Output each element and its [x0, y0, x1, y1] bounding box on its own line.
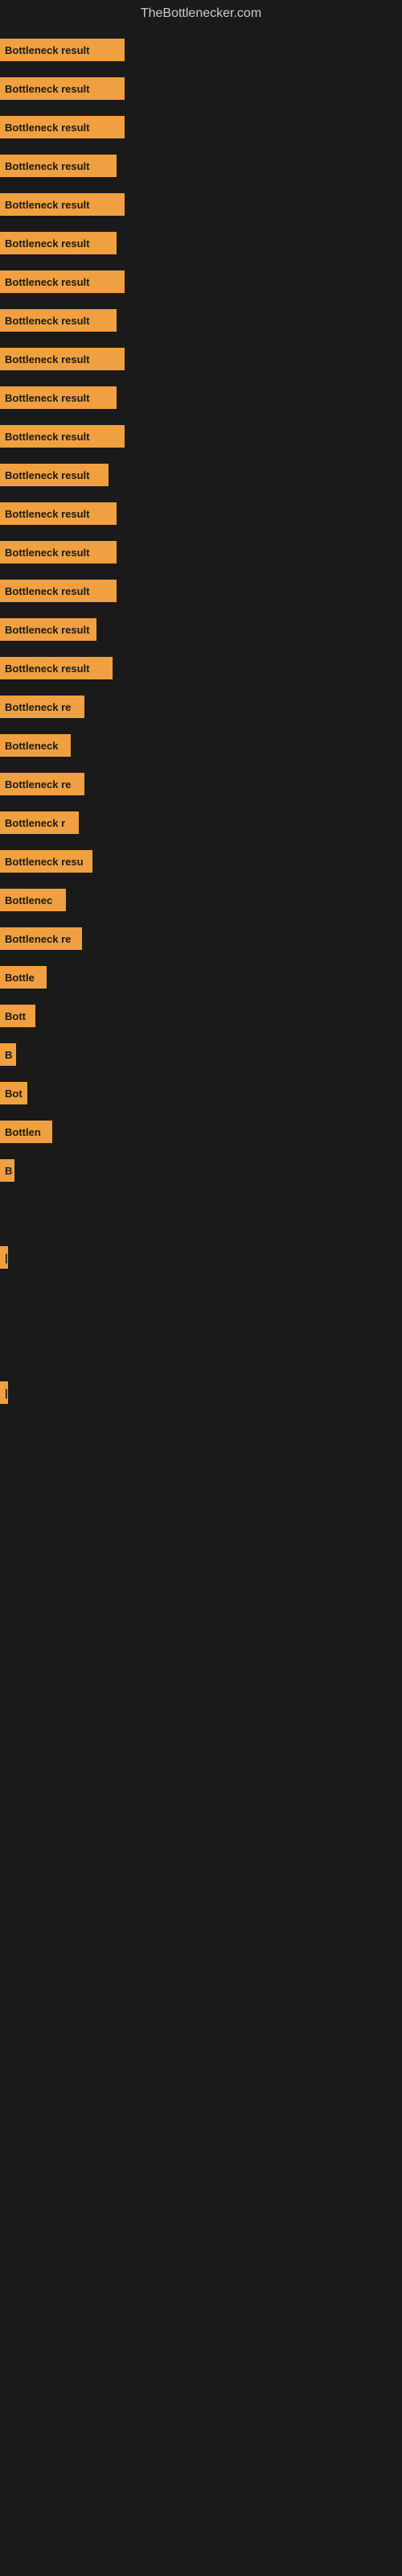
- bar-row: Bottleneck re: [0, 919, 402, 958]
- bottleneck-bar[interactable]: Bottleneck result: [0, 155, 117, 177]
- bar-row: Bottleneck r: [0, 803, 402, 842]
- bar-row: Bottleneck result: [0, 533, 402, 572]
- bar-row: Bottle: [0, 958, 402, 997]
- bottleneck-bar[interactable]: Bottlen: [0, 1121, 52, 1143]
- bar-row: B: [0, 1151, 402, 1190]
- bottleneck-bar[interactable]: Bottleneck result: [0, 580, 117, 602]
- bar-row: Bot: [0, 1074, 402, 1113]
- bars-list: Bottleneck result Bottleneck result Bottle…: [0, 31, 402, 1412]
- bar-row: Bottleneck result: [0, 69, 402, 108]
- bottleneck-bar[interactable]: |: [0, 1246, 8, 1269]
- bottleneck-bar[interactable]: Bottleneck result: [0, 657, 113, 679]
- bottleneck-bar[interactable]: Bott: [0, 1005, 35, 1027]
- bar-row: Bottleneck result: [0, 301, 402, 340]
- bottleneck-bar[interactable]: |: [0, 1381, 8, 1404]
- bottleneck-bar[interactable]: Bottleneck result: [0, 309, 117, 332]
- bottleneck-bar[interactable]: Bottleneck re: [0, 927, 82, 950]
- bottleneck-bar[interactable]: Bottleneck resu: [0, 850, 92, 873]
- bar-row: Bottleneck result: [0, 572, 402, 610]
- bottleneck-bar[interactable]: Bottleneck result: [0, 193, 125, 216]
- bottleneck-bar[interactable]: Bottleneck result: [0, 541, 117, 564]
- bar-row: [0, 1325, 402, 1349]
- bar-row: Bottleneck resu: [0, 842, 402, 881]
- bar-row: |: [0, 1238, 402, 1277]
- bottleneck-bar[interactable]: Bottleneck: [0, 734, 71, 757]
- bar-row: Bottleneck result: [0, 417, 402, 456]
- bottleneck-bar[interactable]: Bottleneck result: [0, 618, 96, 641]
- bottleneck-bar[interactable]: Bottleneck result: [0, 348, 125, 370]
- bar-row: [0, 1301, 402, 1325]
- bar-row: Bottleneck result: [0, 649, 402, 687]
- bar-row: Bottleneck result: [0, 147, 402, 185]
- bottleneck-bar[interactable]: B: [0, 1043, 16, 1066]
- bar-row: Bottleneck result: [0, 610, 402, 649]
- bar-row: [0, 1349, 402, 1373]
- bar-row: Bottleneck re: [0, 687, 402, 726]
- bar-row: Bottleneck result: [0, 340, 402, 378]
- bar-row: Bottleneck result: [0, 456, 402, 494]
- site-title: TheBottlenecker.com: [0, 0, 402, 31]
- bar-row: Bottleneck: [0, 726, 402, 765]
- bottleneck-bar[interactable]: Bottle: [0, 966, 47, 989]
- bottleneck-bar[interactable]: Bottleneck re: [0, 696, 84, 718]
- bar-row: [0, 1190, 402, 1214]
- bar-row: Bottlen: [0, 1113, 402, 1151]
- bottleneck-bar[interactable]: B: [0, 1159, 14, 1182]
- bar-row: |: [0, 1373, 402, 1412]
- bottleneck-bar[interactable]: Bottleneck result: [0, 270, 125, 293]
- bar-row: Bottleneck re: [0, 765, 402, 803]
- bar-row: Bottleneck result: [0, 185, 402, 224]
- bottleneck-bar[interactable]: Bottleneck re: [0, 773, 84, 795]
- bar-row: Bottlenec: [0, 881, 402, 919]
- bottleneck-bar[interactable]: Bot: [0, 1082, 27, 1104]
- bottleneck-bar[interactable]: Bottleneck result: [0, 232, 117, 254]
- bottleneck-bar[interactable]: Bottleneck r: [0, 811, 79, 834]
- bar-row: Bottleneck result: [0, 494, 402, 533]
- bottleneck-bar[interactable]: Bottleneck result: [0, 502, 117, 525]
- bar-row: Bottleneck result: [0, 108, 402, 147]
- bar-row: Bott: [0, 997, 402, 1035]
- bottleneck-bar[interactable]: Bottleneck result: [0, 386, 117, 409]
- bottleneck-bar[interactable]: Bottlenec: [0, 889, 66, 911]
- bottleneck-bar[interactable]: Bottleneck result: [0, 39, 125, 61]
- bottleneck-bar[interactable]: Bottleneck result: [0, 464, 109, 486]
- bottleneck-bar[interactable]: Bottleneck result: [0, 116, 125, 138]
- bar-row: [0, 1277, 402, 1301]
- bar-row: Bottleneck result: [0, 378, 402, 417]
- bar-row: Bottleneck result: [0, 262, 402, 301]
- bottleneck-bar[interactable]: Bottleneck result: [0, 77, 125, 100]
- bar-row: Bottleneck result: [0, 224, 402, 262]
- bar-row: Bottleneck result: [0, 31, 402, 69]
- bottleneck-bar[interactable]: Bottleneck result: [0, 425, 125, 448]
- bar-row: [0, 1214, 402, 1238]
- bar-row: B: [0, 1035, 402, 1074]
